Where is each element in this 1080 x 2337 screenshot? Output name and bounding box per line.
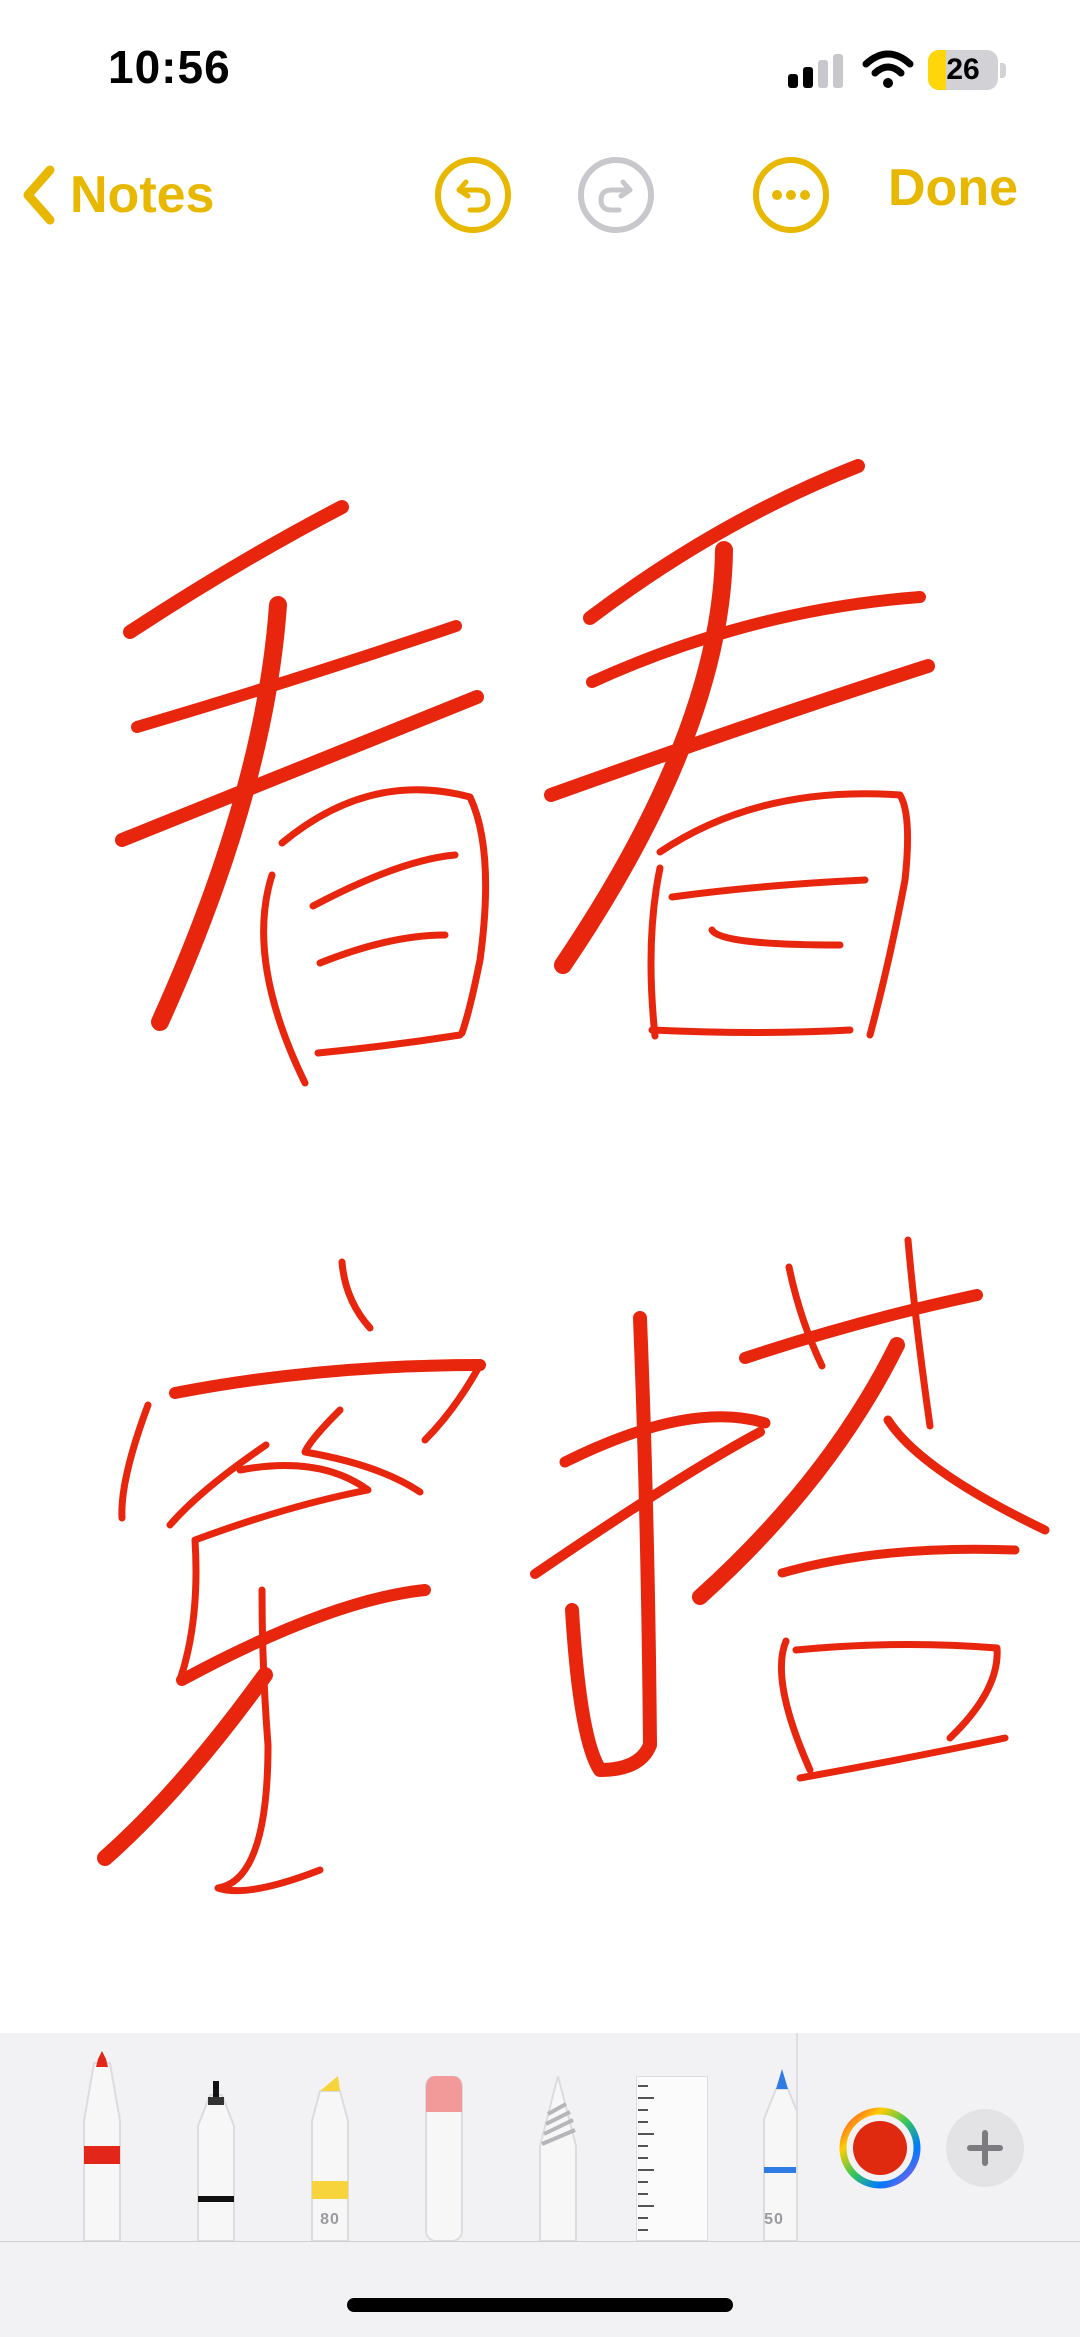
add-tool-button[interactable]	[946, 2109, 1024, 2187]
redo-button[interactable]	[575, 154, 657, 236]
highlighter-tool[interactable]: 80	[300, 2076, 360, 2241]
fineliner-tool[interactable]	[186, 2081, 246, 2241]
ruler-tool[interactable]	[636, 2076, 708, 2241]
tool-palette: 80 50	[0, 2033, 1080, 2242]
cellular-signal-icon	[788, 54, 843, 88]
home-indicator[interactable]	[347, 2298, 733, 2312]
pencil-tool[interactable]	[528, 2076, 588, 2241]
home-area	[0, 2242, 1080, 2337]
battery-body: 26	[928, 50, 998, 90]
drawing-canvas[interactable]	[0, 260, 1080, 2033]
back-button[interactable]: Notes	[20, 150, 214, 240]
handwritten-character-3	[97, 1258, 486, 1895]
chevron-left-icon	[23, 165, 55, 225]
crayon-width-label: 50	[764, 2211, 784, 2228]
more-options-button[interactable]	[750, 154, 832, 236]
plus-icon	[967, 2130, 1003, 2166]
undo-button[interactable]	[432, 154, 514, 236]
crayon-tool[interactable]: 50	[752, 2069, 796, 2241]
palette-divider	[796, 2033, 798, 2241]
highlighter-width-label: 80	[320, 2211, 340, 2228]
battery-indicator: 26	[928, 50, 1010, 92]
handwritten-character-2	[544, 459, 935, 1040]
nav-bar: Notes Done	[0, 140, 1080, 250]
status-time: 10:56	[108, 41, 231, 93]
done-button[interactable]: Done	[888, 158, 1018, 218]
handwritten-character-4	[530, 1236, 1050, 1782]
battery-level-text: 26	[946, 53, 980, 86]
back-label: Notes	[70, 166, 215, 224]
wifi-icon	[862, 50, 914, 88]
status-bar: 10:56 26	[0, 0, 1080, 140]
battery-cap	[1000, 63, 1006, 78]
pen-tool[interactable]	[72, 2051, 132, 2241]
eraser-tool[interactable]	[414, 2076, 474, 2241]
color-picker-button[interactable]	[839, 2107, 921, 2189]
handwritten-character-1	[115, 500, 490, 1087]
